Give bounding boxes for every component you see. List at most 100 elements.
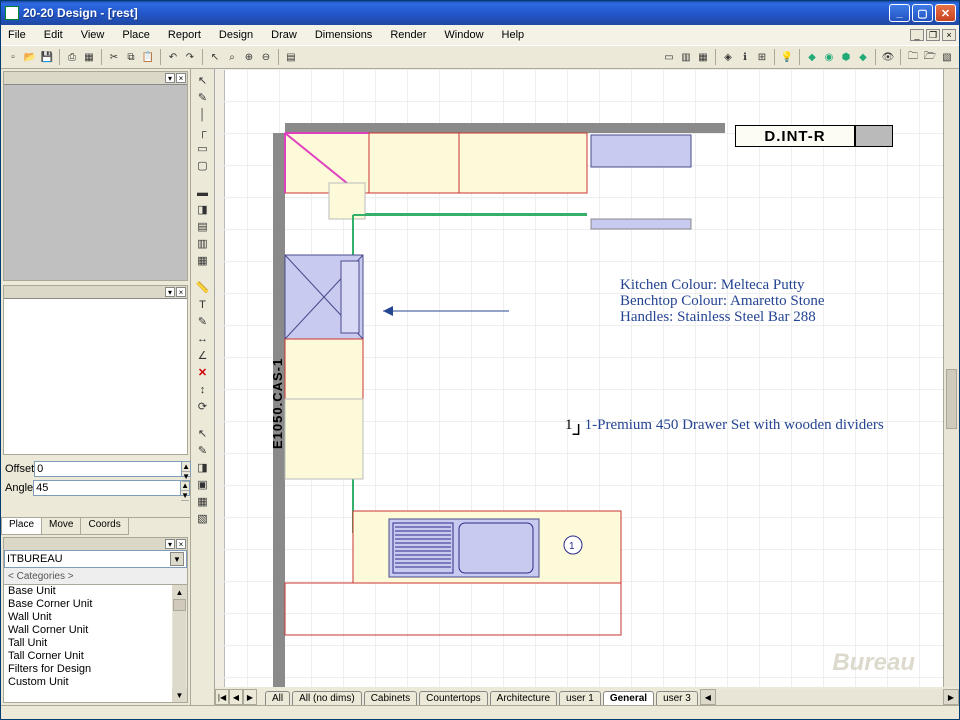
list-item[interactable]: Tall Corner Unit [4, 650, 187, 663]
mdi-restore[interactable]: ❐ [926, 29, 940, 41]
paste-icon[interactable]: 📋 [140, 49, 156, 65]
menu-design[interactable]: Design [215, 27, 257, 43]
minimize-button[interactable]: _ [889, 4, 910, 22]
move-icon[interactable]: ↕ [194, 382, 212, 397]
mdi-minimize[interactable]: _ [910, 29, 924, 41]
window-icon[interactable]: ▤ [194, 219, 212, 234]
preview-icon[interactable]: ▦ [81, 49, 97, 65]
tab-scroll-next[interactable]: ▶ [243, 689, 257, 705]
list-item[interactable]: Wall Unit [4, 611, 187, 624]
panel-menu[interactable]: ▾ [165, 287, 175, 297]
panel-close[interactable]: × [176, 73, 186, 83]
window-icon[interactable]: ▭ [661, 49, 677, 65]
cut-icon[interactable]: ✂ [106, 49, 122, 65]
menu-dimensions[interactable]: Dimensions [311, 27, 376, 43]
report-icon[interactable]: ▤ [283, 49, 299, 65]
canvas-scrollbar-v[interactable] [943, 69, 959, 705]
rotate-icon[interactable]: ⟳ [194, 399, 212, 414]
hscroll-left[interactable]: ◀ [700, 689, 716, 705]
folder2-icon[interactable]: 🗁 [922, 49, 938, 65]
select2-icon[interactable]: ↖ [194, 426, 212, 441]
menu-draw[interactable]: Draw [267, 27, 301, 43]
panel-close[interactable]: × [176, 539, 186, 549]
pen-icon[interactable]: ✎ [194, 443, 212, 458]
select-icon[interactable]: ↖ [207, 49, 223, 65]
tab-move[interactable]: Move [41, 518, 81, 535]
measure-icon[interactable]: 📏 [194, 280, 212, 295]
tool-icon[interactable]: ▧ [939, 49, 955, 65]
offset-spinner[interactable]: ▲▼ [182, 461, 191, 477]
note-icon[interactable]: ✎ [194, 314, 212, 329]
eraser-icon[interactable]: ◨ [194, 460, 212, 475]
pointer-icon[interactable]: ↖ [194, 73, 212, 88]
cabinet-icon[interactable]: ▥ [194, 236, 212, 251]
undo-icon[interactable]: ↶ [165, 49, 181, 65]
open-icon[interactable]: 📂 [22, 49, 38, 65]
dim-icon[interactable]: ↔ [194, 331, 212, 346]
list-item[interactable]: Filters for Design [4, 663, 187, 676]
list-item[interactable]: Custom Unit [4, 676, 187, 689]
tab-user3[interactable]: user 3 [656, 691, 698, 705]
hline-icon[interactable]: ┌ [194, 124, 212, 139]
menu-view[interactable]: View [77, 27, 109, 43]
panel-menu[interactable]: ▾ [165, 539, 175, 549]
shape3-icon[interactable]: ⬢ [838, 49, 854, 65]
info-icon[interactable]: ℹ [737, 49, 753, 65]
tab-place[interactable]: Place [1, 518, 42, 535]
list-item[interactable]: Tall Unit [4, 637, 187, 650]
list-scrollbar[interactable]: ▲▼ [172, 585, 187, 702]
cascade-icon[interactable]: ▦ [695, 49, 711, 65]
appliance-icon[interactable]: ▦ [194, 253, 212, 268]
square-icon[interactable]: ▢ [194, 158, 212, 173]
canvas-scrollbar-h[interactable]: ◀ ▶ [700, 689, 959, 705]
new-icon[interactable]: ▫ [5, 49, 21, 65]
dim-icon[interactable]: ⊞ [754, 49, 770, 65]
shape1-icon[interactable]: ◆ [804, 49, 820, 65]
menu-place[interactable]: Place [118, 27, 154, 43]
view3d-icon[interactable]: ◈ [720, 49, 736, 65]
tab-user1[interactable]: user 1 [559, 691, 601, 705]
menu-file[interactable]: File [4, 27, 30, 43]
offset-input[interactable] [34, 461, 182, 477]
zoom-in-icon[interactable]: ⊕ [241, 49, 257, 65]
tab-countertops[interactable]: Countertops [419, 691, 487, 705]
maximize-button[interactable]: ▢ [912, 4, 933, 22]
menu-window[interactable]: Window [440, 27, 487, 43]
catalog-combo[interactable]: ITBUREAU ▼ [4, 550, 187, 568]
copy-icon[interactable]: ⧉ [123, 49, 139, 65]
tab-coords[interactable]: Coords [80, 518, 128, 535]
rect-icon[interactable]: ▭ [194, 141, 212, 156]
angle-spinner[interactable]: ▲▼ [181, 480, 190, 496]
delete-icon[interactable]: ✕ [194, 365, 212, 380]
text-icon[interactable]: T [194, 297, 212, 312]
ungroup-icon[interactable]: ▧ [194, 511, 212, 526]
save-icon[interactable]: 💾 [39, 49, 55, 65]
shape4-icon[interactable]: ◆ [855, 49, 871, 65]
print-icon[interactable]: ⎙ [64, 49, 80, 65]
catalog-list[interactable]: Base Unit Base Corner Unit Wall Unit Wal… [4, 584, 187, 702]
menu-report[interactable]: Report [164, 27, 205, 43]
wall-icon[interactable]: ▬ [194, 185, 212, 200]
list-item[interactable]: Base Unit [4, 585, 187, 598]
group-icon[interactable]: ▦ [194, 494, 212, 509]
eye-icon[interactable]: 👁 [880, 49, 896, 65]
folder-icon[interactable]: 🗀 [905, 49, 921, 65]
list-item[interactable]: Base Corner Unit [4, 598, 187, 611]
tab-all-nodims[interactable]: All (no dims) [292, 691, 362, 705]
tab-all[interactable]: All [265, 691, 290, 705]
pick-icon[interactable]: ✎ [194, 90, 212, 105]
line-icon[interactable]: │ [194, 107, 212, 122]
angle-icon[interactable]: ∠ [194, 348, 212, 363]
tab-scroll-first[interactable]: |◀ [215, 689, 229, 705]
zoom-fit-icon[interactable]: ⌕ [224, 49, 240, 65]
close-button[interactable]: ✕ [935, 4, 956, 22]
panel-menu[interactable]: ▾ [165, 73, 175, 83]
fill-icon[interactable]: ▣ [194, 477, 212, 492]
tile-icon[interactable]: ▥ [678, 49, 694, 65]
tab-architecture[interactable]: Architecture [490, 691, 557, 705]
menu-render[interactable]: Render [386, 27, 430, 43]
zoom-out-icon[interactable]: ⊖ [258, 49, 274, 65]
tab-scroll-prev[interactable]: ◀ [229, 689, 243, 705]
categories-bar[interactable]: < Categories > [4, 568, 187, 584]
menu-help[interactable]: Help [498, 27, 529, 43]
